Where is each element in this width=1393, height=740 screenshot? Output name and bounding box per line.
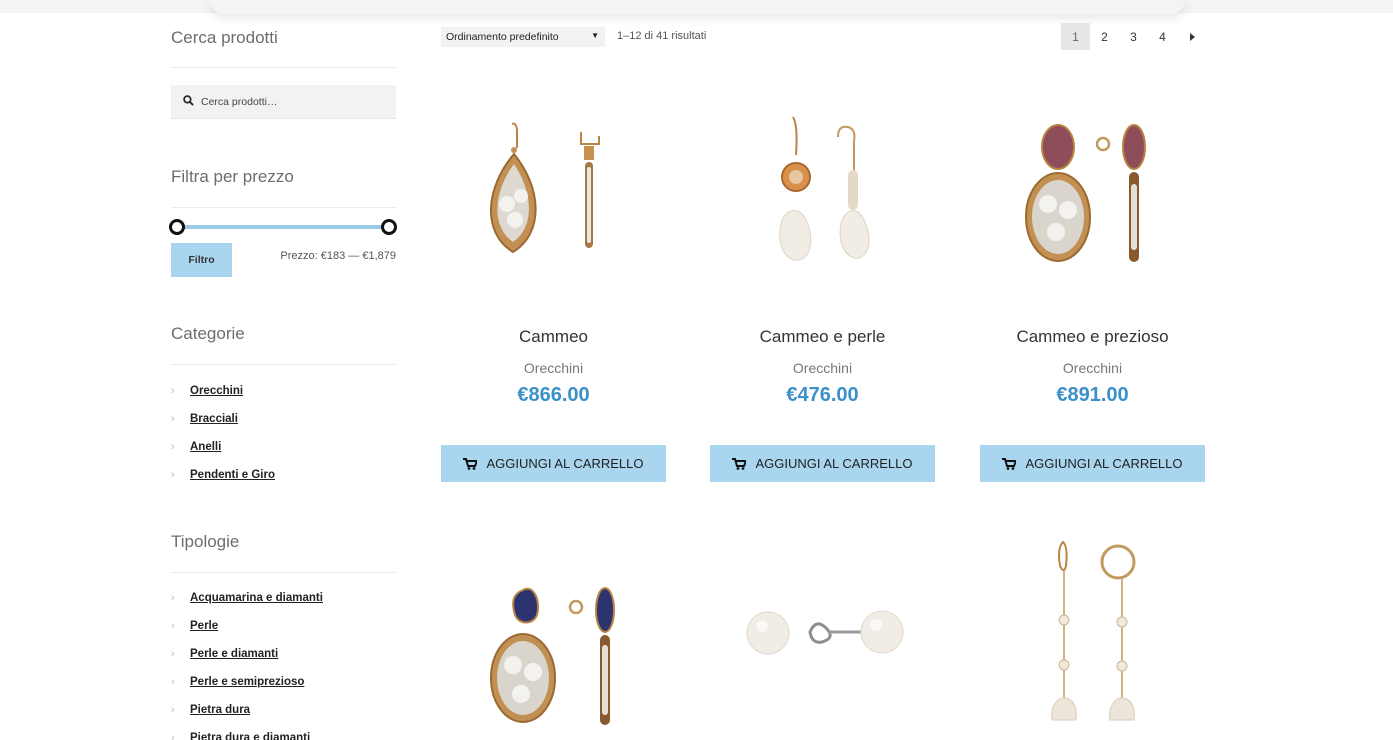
list-item: › Orecchini — [171, 377, 275, 405]
category-link[interactable]: Pendenti e Giro — [190, 469, 275, 481]
filter-button[interactable]: Filtro — [171, 243, 232, 277]
add-to-cart-label: AGGIUNGI AL CARRELLO — [1025, 456, 1183, 471]
types-widget-title: Tipologie — [171, 532, 240, 551]
page-2[interactable]: 2 — [1090, 23, 1119, 50]
divider — [171, 572, 396, 573]
chevron-right-icon: › — [171, 592, 175, 604]
chevron-right-icon: › — [171, 469, 175, 481]
product-image[interactable] — [980, 92, 1205, 302]
orderby-select[interactable]: Ordinamento predefinito ▼ — [441, 27, 605, 47]
type-link[interactable]: Perle e semiprezioso — [190, 676, 304, 688]
product-price: €866.00 — [517, 384, 590, 406]
product-category: Orecchini — [1062, 360, 1123, 376]
product-category: Orecchini — [792, 360, 853, 376]
divider — [171, 67, 396, 68]
type-link[interactable]: Perle e diamanti — [190, 648, 278, 660]
category-link[interactable]: Bracciali — [190, 413, 238, 425]
divider — [171, 207, 396, 208]
search-icon — [183, 95, 194, 106]
type-link[interactable]: Pietra dura — [190, 704, 250, 716]
price-widget-title: Filtra per prezzo — [171, 167, 294, 186]
triangle-right-icon — [1189, 32, 1195, 41]
page-3[interactable]: 3 — [1119, 23, 1148, 50]
product-image[interactable] — [441, 92, 666, 302]
search-box[interactable] — [171, 85, 396, 119]
product-title[interactable]: Cammeo — [441, 327, 666, 347]
list-item: › Perle — [171, 612, 323, 640]
list-item: › Acquamarina e diamanti — [171, 584, 323, 612]
chevron-right-icon: › — [171, 441, 175, 453]
product-image[interactable] — [441, 560, 666, 740]
product-category: Orecchini — [523, 360, 584, 376]
list-item: › Anelli — [171, 433, 275, 461]
next-page-button[interactable] — [1177, 23, 1206, 50]
result-count: 1–12 di 41 risultati — [617, 30, 707, 42]
page-4[interactable]: 4 — [1148, 23, 1177, 50]
cart-icon — [463, 457, 478, 470]
category-link[interactable]: Anelli — [190, 441, 221, 453]
caret-down-icon: ▼ — [591, 31, 599, 40]
price-slider-min-handle[interactable] — [169, 219, 185, 235]
search-input[interactable] — [201, 85, 391, 119]
product-price: €891.00 — [1056, 384, 1129, 406]
type-link[interactable]: Pietra dura e diamanti — [190, 732, 310, 740]
divider — [171, 364, 396, 365]
chevron-right-icon: › — [171, 413, 175, 425]
chevron-right-icon: › — [171, 704, 175, 716]
category-link[interactable]: Orecchini — [190, 385, 243, 397]
product-image[interactable] — [980, 530, 1205, 740]
categories-widget-title: Categorie — [171, 324, 245, 343]
add-to-cart-button[interactable]: AGGIUNGI AL CARRELLO — [980, 445, 1205, 482]
chevron-right-icon: › — [171, 676, 175, 688]
category-list: › Orecchini › Bracciali › Anelli › Pendenti … — [171, 377, 275, 489]
chevron-right-icon: › — [171, 620, 175, 632]
price-slider-track[interactable] — [178, 225, 389, 229]
price-range-label: Prezzo: €183 — €1,879 — [280, 250, 396, 262]
cart-icon — [732, 457, 747, 470]
add-to-cart-label: AGGIUNGI AL CARRELLO — [486, 456, 644, 471]
list-item: › Bracciali — [171, 405, 275, 433]
cart-icon — [1002, 457, 1017, 470]
add-to-cart-label: AGGIUNGI AL CARRELLO — [755, 456, 913, 471]
page-1: 1 — [1061, 23, 1090, 50]
product-image[interactable] — [710, 92, 935, 302]
price-slider-max-handle[interactable] — [381, 219, 397, 235]
chevron-right-icon: › — [171, 648, 175, 660]
type-link[interactable]: Acquamarina e diamanti — [190, 592, 323, 604]
chevron-right-icon: › — [171, 732, 175, 740]
add-to-cart-button[interactable]: AGGIUNGI AL CARRELLO — [710, 445, 935, 482]
product-image[interactable] — [710, 560, 935, 740]
product-title[interactable]: Cammeo e perle — [710, 327, 935, 347]
pagination: 1 2 3 4 — [1061, 23, 1206, 50]
add-to-cart-button[interactable]: AGGIUNGI AL CARRELLO — [441, 445, 666, 482]
header-shadow — [210, 0, 1185, 14]
orderby-value: Ordinamento predefinito — [446, 31, 559, 43]
chevron-right-icon: › — [171, 385, 175, 397]
list-item: › Perle e semiprezioso — [171, 668, 323, 696]
product-title[interactable]: Cammeo e prezioso — [980, 327, 1205, 347]
product-price: €476.00 — [786, 384, 859, 406]
list-item: › Pendenti e Giro — [171, 461, 275, 489]
list-item: › Perle e diamanti — [171, 640, 323, 668]
type-link[interactable]: Perle — [190, 620, 218, 632]
search-widget-title: Cerca prodotti — [171, 28, 278, 47]
type-list: › Acquamarina e diamanti › Perle › Perle e … — [171, 584, 323, 740]
list-item: › Pietra dura — [171, 696, 323, 724]
list-item: › Pietra dura e diamanti — [171, 724, 323, 740]
